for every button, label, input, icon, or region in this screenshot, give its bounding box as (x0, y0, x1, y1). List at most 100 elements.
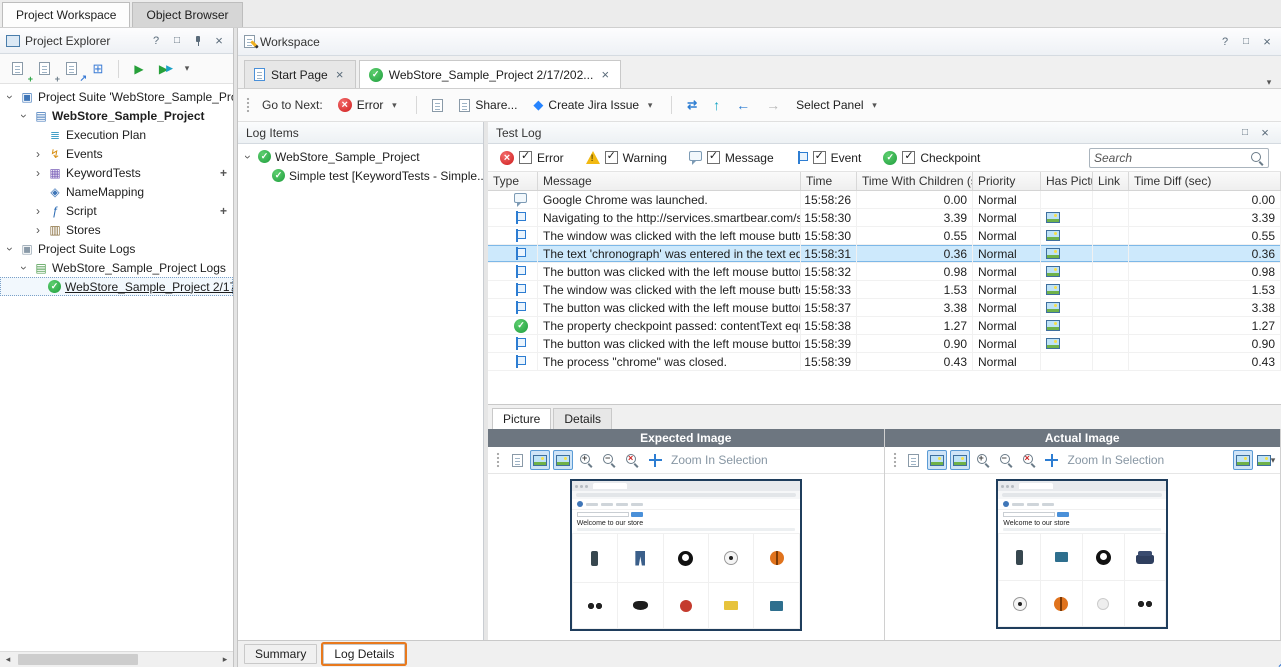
run-options-dropdown-icon[interactable] (181, 63, 193, 74)
filter-warning[interactable]: Warning (585, 149, 667, 165)
zoom-in-button[interactable]: + (576, 450, 596, 470)
expander-icon[interactable] (32, 204, 44, 218)
pin-icon[interactable] (190, 33, 206, 49)
warning-checkbox[interactable] (604, 149, 618, 164)
pe-item-events[interactable]: Events (0, 144, 233, 163)
expander-icon[interactable] (18, 109, 30, 123)
expander-icon[interactable] (32, 147, 44, 161)
log-row[interactable]: The button was clicked with the left mou… (488, 335, 1281, 353)
share-button[interactable]: Share... (453, 93, 523, 117)
expander-icon[interactable] (32, 166, 44, 180)
pe-item-stores[interactable]: Stores (0, 220, 233, 239)
add-existing-item-button[interactable] (32, 57, 56, 81)
pe-item-script[interactable]: Script (0, 201, 233, 220)
log-row[interactable]: Google Chrome was launched. 15:58:26 0.00 N… (488, 191, 1281, 209)
close-icon[interactable] (211, 33, 227, 49)
actual-image[interactable]: Welcome to our store (996, 479, 1169, 629)
search-box[interactable] (1089, 147, 1269, 168)
log-row[interactable]: The text 'chronograph' was entered in th… (488, 245, 1281, 263)
maximize-icon[interactable] (169, 33, 185, 49)
object-browser-button[interactable] (86, 57, 110, 81)
expander-icon[interactable] (32, 223, 44, 237)
tab-test-log[interactable]: WebStore_Sample_Project 2/17/202... (358, 60, 622, 88)
expander-icon[interactable] (4, 242, 16, 256)
log-row[interactable]: The process "chrome" was closed. 15:58:39… (488, 353, 1281, 371)
scroll-left-icon[interactable] (0, 654, 16, 665)
pan-mode-button[interactable] (530, 450, 550, 470)
help-icon[interactable] (1217, 34, 1233, 50)
column-priority[interactable]: Priority (973, 172, 1041, 190)
log-row[interactable]: The window was clicked with the left mou… (488, 227, 1281, 245)
close-icon[interactable] (1257, 125, 1273, 141)
toolbar-grip[interactable] (892, 452, 897, 468)
pe-item-namemapping[interactable]: NameMapping (0, 182, 233, 201)
zoom-reset-button[interactable]: × (1019, 450, 1039, 470)
tab-start-page[interactable]: Start Page (244, 60, 356, 88)
run-test-button[interactable] (127, 57, 151, 81)
expected-image[interactable]: Welcome to our store (569, 479, 802, 631)
help-icon[interactable] (148, 33, 164, 49)
log-item-webstore-sample-project[interactable]: WebStore_Sample_Project (238, 147, 483, 166)
run-project-suite-button[interactable] (154, 57, 178, 81)
zoom-out-button[interactable]: − (996, 450, 1016, 470)
column-time-with-children[interactable]: Time With Children (sec) (857, 172, 973, 190)
zoom-out-button[interactable]: − (599, 450, 619, 470)
select-mode-button[interactable] (553, 450, 573, 470)
search-input[interactable] (1094, 150, 1250, 165)
tab-details[interactable]: Details (553, 408, 613, 429)
pe-item-webstore-sample-project-logs[interactable]: WebStore_Sample_Project Logs (0, 258, 233, 277)
compare-pictures-button[interactable] (1233, 450, 1253, 470)
column-type[interactable]: Type (488, 172, 538, 190)
log-row[interactable]: Navigating to the http://services.smartb… (488, 209, 1281, 227)
tab-list-dropdown-icon[interactable] (1263, 77, 1275, 88)
checkpoint-checkbox[interactable] (902, 149, 916, 164)
toolbar-grip[interactable] (496, 452, 500, 468)
column-time[interactable]: Time (801, 172, 857, 190)
close-tab-icon[interactable] (599, 69, 611, 81)
expander-icon[interactable] (18, 261, 30, 275)
tab-picture[interactable]: Picture (492, 408, 552, 429)
event-checkbox[interactable] (812, 149, 826, 164)
forward-button[interactable] (760, 93, 786, 117)
message-checkbox[interactable] (706, 149, 720, 164)
add-icon[interactable] (220, 204, 227, 218)
filter-error[interactable]: Error (500, 149, 564, 165)
save-picture-button[interactable] (904, 450, 924, 470)
pe-item-keywordtests[interactable]: KeywordTests (0, 163, 233, 182)
log-item-simple-test-keywordtests-simple[interactable]: Simple test [KeywordTests - Simple... (238, 166, 483, 185)
scrollbar-thumb[interactable] (18, 654, 138, 665)
filter-message[interactable]: Message (688, 149, 774, 165)
save-picture-button[interactable] (507, 450, 527, 470)
log-row[interactable]: The button was clicked with the left mou… (488, 263, 1281, 281)
column-has-picture[interactable]: Has Picture (1041, 172, 1093, 190)
pe-item-project-suite-webstore-sample-project[interactable]: Project Suite 'WebStore_Sample_Project' (0, 87, 233, 106)
back-button[interactable] (730, 93, 756, 117)
pe-item-webstore-sample-project[interactable]: WebStore_Sample_Project (0, 106, 233, 125)
create-jira-issue-button[interactable]: Create Jira Issue (527, 93, 662, 117)
filter-event[interactable]: Event (796, 149, 861, 165)
column-time-diff[interactable]: Time Diff (sec) (1129, 172, 1281, 190)
pe-item-webstore-sample-project-2-17[interactable]: WebStore_Sample_Project 2/17/ (0, 277, 233, 296)
add-new-item-button[interactable] (5, 57, 29, 81)
tab-project-workspace[interactable]: Project Workspace (2, 2, 131, 27)
pan-mode-button[interactable] (926, 450, 947, 470)
column-message[interactable]: Message (538, 172, 801, 190)
expander-icon[interactable] (4, 90, 16, 104)
column-link[interactable]: Link (1093, 172, 1129, 190)
go-to-next-type-dropdown[interactable]: Error (331, 93, 408, 117)
export-log-button[interactable] (426, 93, 449, 117)
go-up-button[interactable] (707, 93, 726, 117)
pe-item-project-suite-logs[interactable]: Project Suite Logs (0, 239, 233, 258)
filter-checkpoint[interactable]: Checkpoint (883, 149, 980, 165)
log-row[interactable]: The window was clicked with the left mou… (488, 281, 1281, 299)
export-project-button[interactable] (59, 57, 83, 81)
log-row[interactable]: The button was clicked with the left mou… (488, 299, 1281, 317)
expander-icon[interactable] (242, 150, 254, 164)
close-icon[interactable] (1259, 34, 1275, 50)
pe-item-execution-plan[interactable]: Execution Plan (0, 125, 233, 144)
tab-log-details[interactable]: Log Details (323, 644, 406, 664)
picture-options-dropdown[interactable] (1256, 450, 1276, 470)
select-panel-dropdown[interactable]: Select Panel (790, 93, 886, 117)
error-checkbox[interactable] (519, 149, 532, 164)
zoom-in-button[interactable]: + (973, 450, 993, 470)
